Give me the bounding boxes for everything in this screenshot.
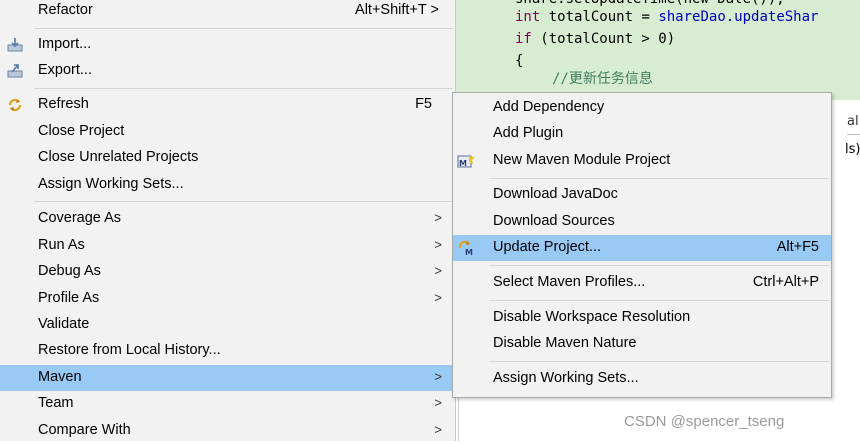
menu-item-download-javadoc[interactable]: Download JavaDoc	[453, 182, 831, 208]
menu-item-label: Run As	[38, 237, 85, 253]
menu-item-compare-with[interactable]: Compare With >	[0, 418, 455, 444]
svg-text:M: M	[465, 248, 473, 257]
menu-item-label: Disable Workspace Resolution	[493, 309, 691, 325]
menu-separator	[489, 178, 829, 179]
menu-item-label: Add Dependency	[493, 99, 605, 115]
menu-item-label: Team	[38, 395, 74, 411]
menu-separator	[34, 28, 453, 29]
svg-text:M: M	[459, 159, 467, 168]
submenu-arrow-icon: >	[434, 290, 442, 305]
menu-item-close-project[interactable]: Close Project	[0, 119, 455, 145]
menu-item-label: Debug As	[38, 263, 101, 279]
menu-item-label: Select Maven Profiles...	[493, 274, 646, 290]
submenu-arrow-icon: >	[434, 237, 442, 252]
menu-item-update-project[interactable]: M Update Project... Alt+F5	[453, 235, 831, 261]
submenu-arrow-icon: >	[434, 263, 442, 278]
menu-item-refactor[interactable]: Refactor Alt+Shift+T >	[0, 0, 455, 24]
menu-item-shortcut: Alt+F5	[776, 239, 819, 255]
menu-item-refresh[interactable]: Refresh F5	[0, 92, 455, 118]
submenu-arrow-icon: >	[434, 422, 442, 437]
menu-separator	[34, 88, 453, 89]
menu-item-team[interactable]: Team >	[0, 391, 455, 417]
menu-item-assign-working-sets[interactable]: Assign Working Sets...	[0, 172, 455, 198]
menu-item-assign-working-sets[interactable]: Assign Working Sets...	[453, 366, 831, 392]
watermark-text: CSDN @spencer_tseng	[624, 413, 785, 430]
menu-item-label: Assign Working Sets...	[38, 176, 184, 192]
menu-item-label: Coverage As	[38, 210, 122, 226]
menu-item-close-unrelated-projects[interactable]: Close Unrelated Projects	[0, 145, 455, 171]
import-icon	[6, 36, 24, 54]
menu-item-label: Compare With	[38, 422, 131, 438]
menu-item-add-plugin[interactable]: Add Plugin	[453, 121, 831, 147]
keyword: if	[515, 31, 532, 47]
menu-item-label: Profile As	[38, 290, 100, 306]
code-identifier: shareDao.updateShar	[658, 9, 819, 25]
menu-item-label: Assign Working Sets...	[493, 370, 639, 386]
menu-item-restore-from-local-history[interactable]: Restore from Local History...	[0, 338, 455, 364]
panel-tab[interactable]: ls)	[845, 142, 860, 160]
divider	[847, 134, 860, 135]
menu-item-maven[interactable]: Maven >	[0, 365, 455, 391]
menu-item-label: Maven	[38, 369, 82, 385]
code-line: if (totalCount > 0)	[515, 28, 675, 50]
menu-item-shortcut: Ctrl+Alt+P	[752, 274, 819, 290]
code-editor[interactable]: share.setUpdateTime(new Date()); int tot…	[452, 0, 860, 100]
menu-separator	[489, 300, 829, 301]
menu-item-label: Disable Maven Nature	[493, 335, 637, 351]
menu-item-label: Close Project	[38, 123, 125, 139]
code-line: {	[515, 53, 524, 69]
submenu-arrow-icon: >	[434, 210, 442, 225]
menu-item-label: Restore from Local History...	[38, 342, 221, 358]
menu-item-label: Refactor	[38, 2, 93, 18]
menu-item-label: Import...	[38, 36, 92, 52]
menu-item-shortcut: Alt+Shift+T >	[355, 2, 439, 18]
menu-item-label: Refresh	[38, 96, 89, 112]
code-text: totalCount =	[540, 9, 659, 25]
submenu-arrow-icon: >	[434, 369, 442, 384]
code-text: (totalCount > 0)	[531, 31, 676, 47]
menu-item-label: Close Unrelated Projects	[38, 149, 199, 165]
menu-item-label: Download Sources	[493, 213, 615, 229]
menu-separator	[489, 361, 829, 362]
menu-item-new-maven-module-project[interactable]: M New Maven Module Project	[453, 148, 831, 174]
menu-item-label: Add Plugin	[493, 125, 564, 141]
menu-item-disable-maven-nature[interactable]: Disable Maven Nature	[453, 331, 831, 357]
menu-separator	[34, 201, 453, 202]
maven-update-icon: M	[457, 239, 475, 257]
menu-item-label: Update Project...	[493, 239, 601, 255]
menu-item-coverage-as[interactable]: Coverage As >	[0, 206, 455, 232]
export-icon	[6, 62, 24, 80]
menu-item-add-dependency[interactable]: Add Dependency	[453, 95, 831, 121]
menu-item-label: Export...	[38, 62, 92, 78]
menu-separator	[489, 265, 829, 266]
menu-item-import[interactable]: Import...	[0, 32, 455, 58]
menu-item-export[interactable]: Export...	[0, 58, 455, 84]
panel-tab[interactable]: al	[847, 114, 860, 132]
menu-item-label: Validate	[38, 316, 90, 332]
menu-item-download-sources[interactable]: Download Sources	[453, 209, 831, 235]
keyword: int	[515, 9, 541, 25]
menu-item-label: New Maven Module Project	[493, 152, 671, 168]
maven-submenu: Add Dependency Add Plugin M New Maven Mo…	[452, 92, 832, 398]
menu-item-shortcut: F5	[415, 96, 432, 112]
refresh-icon	[6, 96, 24, 114]
menu-item-run-as[interactable]: Run As >	[0, 233, 455, 259]
menu-item-debug-as[interactable]: Debug As >	[0, 259, 455, 285]
maven-module-icon: M	[457, 152, 475, 170]
menu-item-validate[interactable]: Validate	[0, 312, 455, 338]
context-menu: Refactor Alt+Shift+T > Import... Export.…	[0, 0, 456, 441]
menu-item-select-maven-profiles[interactable]: Select Maven Profiles... Ctrl+Alt+P	[453, 270, 831, 296]
menu-item-label: Download JavaDoc	[493, 186, 618, 202]
code-line: int totalCount = shareDao.updateShar	[515, 6, 818, 28]
submenu-arrow-icon: >	[434, 395, 442, 410]
menu-item-profile-as[interactable]: Profile As >	[0, 286, 455, 312]
menu-item-disable-workspace-resolution[interactable]: Disable Workspace Resolution	[453, 305, 831, 331]
code-comment: //更新任务信息	[552, 71, 653, 87]
